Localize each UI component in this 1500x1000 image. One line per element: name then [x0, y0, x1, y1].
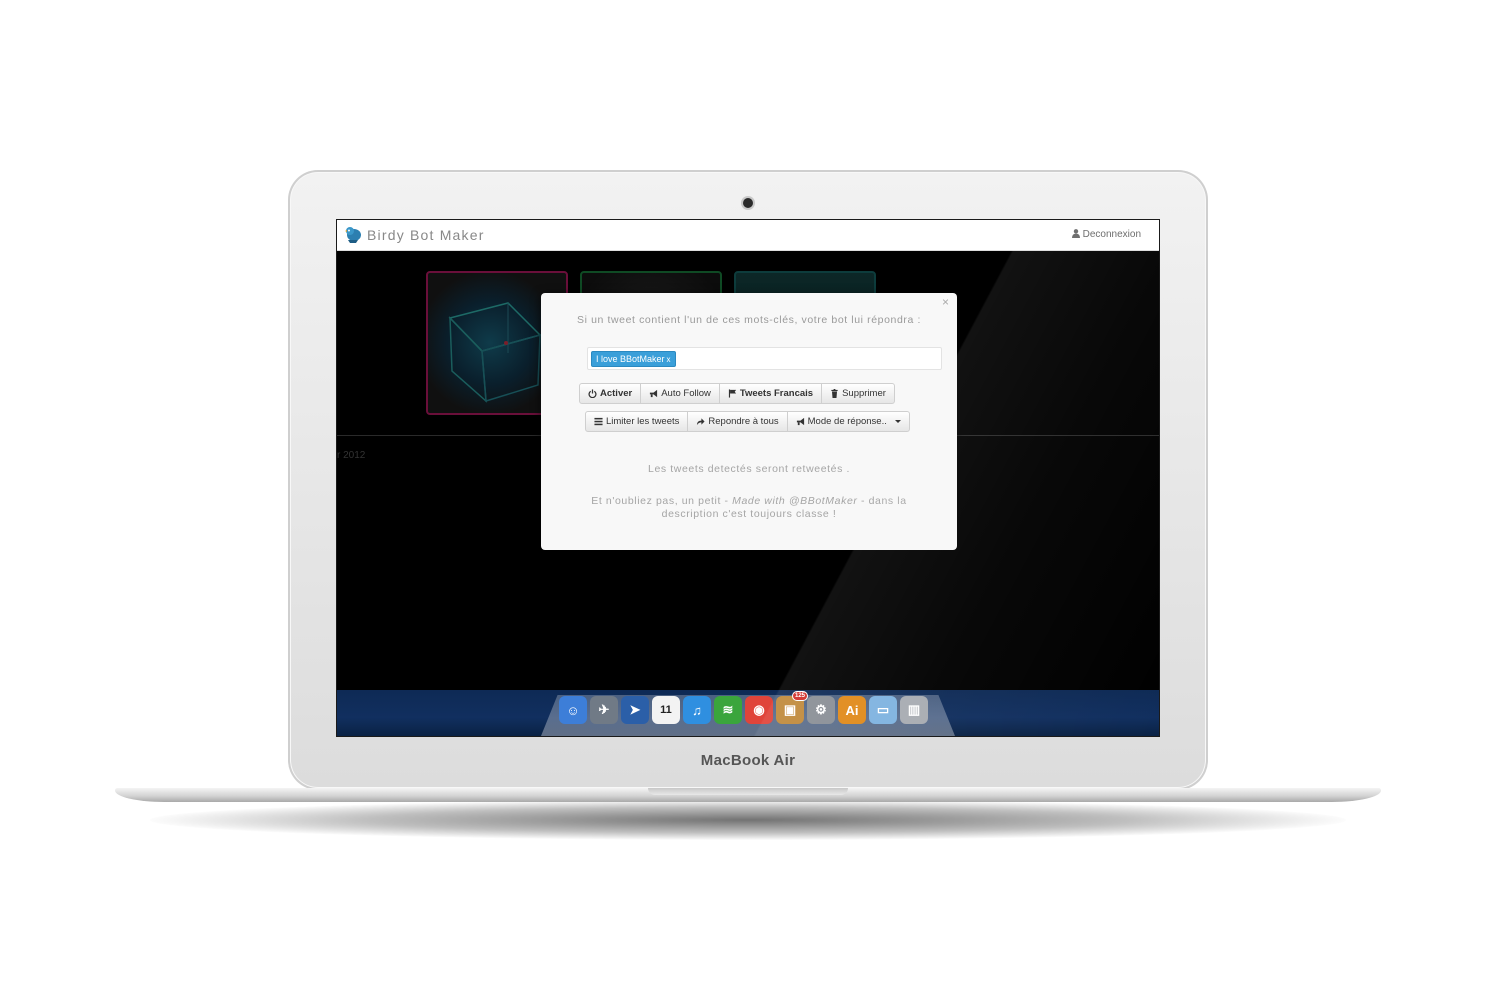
footer-date: r 2012 [337, 450, 366, 461]
retweet-info: Les tweets detectés seront retweetés . [648, 463, 850, 475]
laptop-hinge-notch [648, 788, 848, 795]
system-prefs-glyph: ⚙ [815, 702, 827, 717]
chrome-icon[interactable]: ◉ [745, 696, 773, 724]
screen: Birdy Bot Maker Deconnexion r 2012 ☺ ✈ ➤ 11… [336, 219, 1160, 737]
close-icon[interactable]: × [942, 295, 949, 309]
trash-icon [831, 389, 838, 398]
auto-follow-button[interactable]: Auto Follow [640, 383, 720, 404]
chevron-down-icon [894, 420, 901, 423]
device-brand: MacBook Air [700, 752, 796, 769]
bot-actions-row2: Limiter les tweets Repondre à tous Mode … [585, 411, 910, 432]
supprimer-label: Supprimer [842, 388, 886, 399]
footer-tip-emphasis: Made with @BBotMaker [732, 495, 858, 507]
footer-tip: Et n'oubliez pas, un petit - Made with @… [571, 495, 927, 521]
footer-tip-before: Et n'oubliez pas, un petit - [591, 495, 733, 507]
illustrator-glyph: Ai [845, 702, 859, 718]
keyword-tag[interactable]: I love BBotMaker x [591, 351, 676, 367]
keyword-modal: × Si un tweet contient l'un de ces mots-… [541, 293, 957, 550]
supprimer-button[interactable]: Supprimer [821, 383, 895, 404]
keyword-tag-label: I love BBotMaker [596, 354, 665, 364]
trash-can-glyph: ▥ [907, 702, 921, 717]
itunes-glyph: ♫ [692, 702, 702, 718]
app-navbar: Birdy Bot Maker Deconnexion [337, 220, 1159, 251]
folder-glyph: ▭ [876, 702, 890, 717]
calendar-glyph: 11 [660, 704, 672, 716]
package-icon[interactable]: ▣ 125 [776, 691, 808, 724]
camera-icon [743, 198, 753, 208]
user-icon [1071, 229, 1080, 238]
share-arrow-icon [697, 418, 705, 426]
keywords-input[interactable]: I love BBotMaker x [587, 347, 942, 370]
mode-reponse-dropdown[interactable]: Mode de réponse.. [786, 411, 910, 432]
finder-icon[interactable]: ☺ [559, 696, 587, 724]
limiter-tweets-label: Limiter les tweets [606, 416, 680, 427]
list-icon [594, 417, 603, 426]
tag-remove-icon[interactable]: x [667, 355, 671, 364]
tweets-francais-label: Tweets Francais [739, 388, 814, 399]
activer-label: Activer [600, 388, 633, 399]
megaphone-icon [650, 389, 658, 398]
bird-logo-icon[interactable] [344, 226, 362, 243]
tweets-francais-button[interactable]: Tweets Francais [718, 383, 823, 404]
power-icon [588, 389, 597, 398]
keyword-prompt: Si un tweet contient l'un de ces mots-cl… [577, 314, 921, 326]
folder-icon[interactable]: ▭ [869, 696, 897, 724]
dock-icons: ☺ ✈ ➤ 11 ♫ ≋ ◉ ▣ 125 ⚙ Ai ▭ ▥ [559, 691, 939, 724]
notification-badge: 125 [791, 691, 808, 701]
cursor-app-icon[interactable]: ➤ [621, 696, 649, 724]
trash-can-icon[interactable]: ▥ [900, 696, 928, 724]
activer-button[interactable]: Activer [579, 383, 642, 404]
itunes-icon[interactable]: ♫ [683, 696, 711, 724]
auto-follow-label: Auto Follow [661, 388, 711, 399]
mode-reponse-label: Mode de réponse.. [807, 416, 887, 427]
laptop-shadow [150, 800, 1346, 840]
flag-icon [728, 389, 736, 398]
bot-actions-row1: Activer Auto Follow Tweets Francais Supp… [579, 383, 895, 404]
calendar-icon[interactable]: 11 [652, 696, 680, 724]
logout-label: Deconnexion [1082, 229, 1141, 240]
chrome-glyph: ◉ [753, 702, 765, 717]
logout-link[interactable]: Deconnexion [1071, 229, 1141, 240]
launchpad-glyph: ✈ [598, 702, 610, 717]
spotify-icon[interactable]: ≋ [714, 696, 742, 724]
cursor-app-glyph: ➤ [629, 702, 641, 717]
megaphone-icon [796, 417, 804, 426]
system-prefs-icon[interactable]: ⚙ [807, 696, 835, 724]
illustrator-icon[interactable]: Ai [838, 696, 866, 724]
package-glyph: ▣ [783, 702, 797, 717]
spotify-glyph: ≋ [722, 702, 734, 717]
repondre-tous-button[interactable]: Repondre à tous [687, 411, 788, 432]
finder-glyph: ☺ [566, 702, 580, 718]
launchpad-icon[interactable]: ✈ [590, 696, 618, 724]
app-title[interactable]: Birdy Bot Maker [367, 227, 485, 243]
repondre-tous-label: Repondre à tous [708, 416, 779, 427]
limiter-tweets-button[interactable]: Limiter les tweets [585, 411, 689, 432]
